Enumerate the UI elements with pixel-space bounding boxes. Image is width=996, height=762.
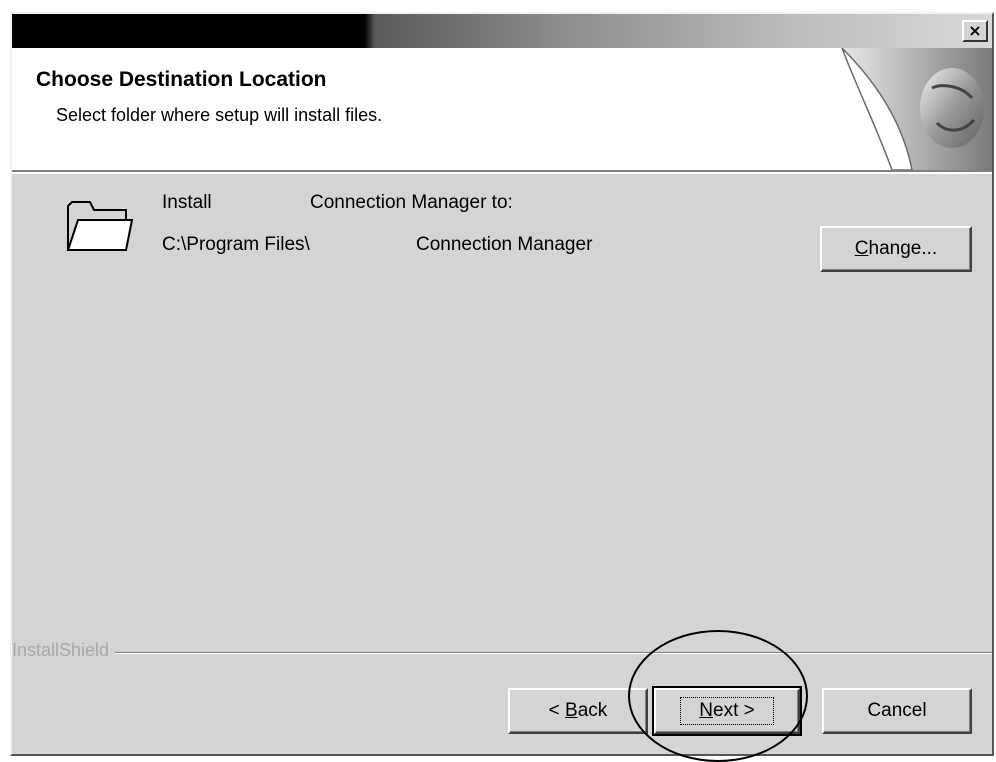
- installshield-brand: InstallShield: [12, 640, 116, 661]
- setup-dialog-window: × Choose Destination Location Select fol…: [10, 12, 994, 756]
- close-button[interactable]: ×: [962, 20, 988, 42]
- header-divider: [12, 172, 992, 174]
- wizard-header: Choose Destination Location Select folde…: [12, 48, 992, 172]
- page-title: Choose Destination Location: [36, 68, 327, 91]
- footer-divider: [12, 652, 992, 654]
- cancel-button[interactable]: Cancel: [822, 688, 972, 734]
- change-button-label: Change...: [854, 238, 938, 259]
- product-install-target-label: Connection Manager to:: [310, 192, 513, 213]
- back-button-label: < Back: [548, 700, 608, 721]
- next-button[interactable]: Next >: [652, 686, 802, 736]
- next-button-label: Next >: [680, 697, 774, 725]
- destination-path-prefix: C:\Program Files\: [162, 234, 310, 255]
- page-curl-graphic: [841, 48, 992, 170]
- install-label: Install: [162, 192, 212, 213]
- close-icon: ×: [968, 21, 982, 40]
- page-subtitle: Select folder where setup will install f…: [56, 105, 383, 125]
- change-button[interactable]: Change...: [820, 226, 972, 272]
- title-bar[interactable]: ×: [12, 14, 992, 48]
- destination-path-folder: Connection Manager: [416, 234, 593, 255]
- folder-icon: [66, 201, 134, 251]
- cancel-button-label: Cancel: [867, 700, 927, 721]
- back-button[interactable]: < Back: [508, 688, 648, 734]
